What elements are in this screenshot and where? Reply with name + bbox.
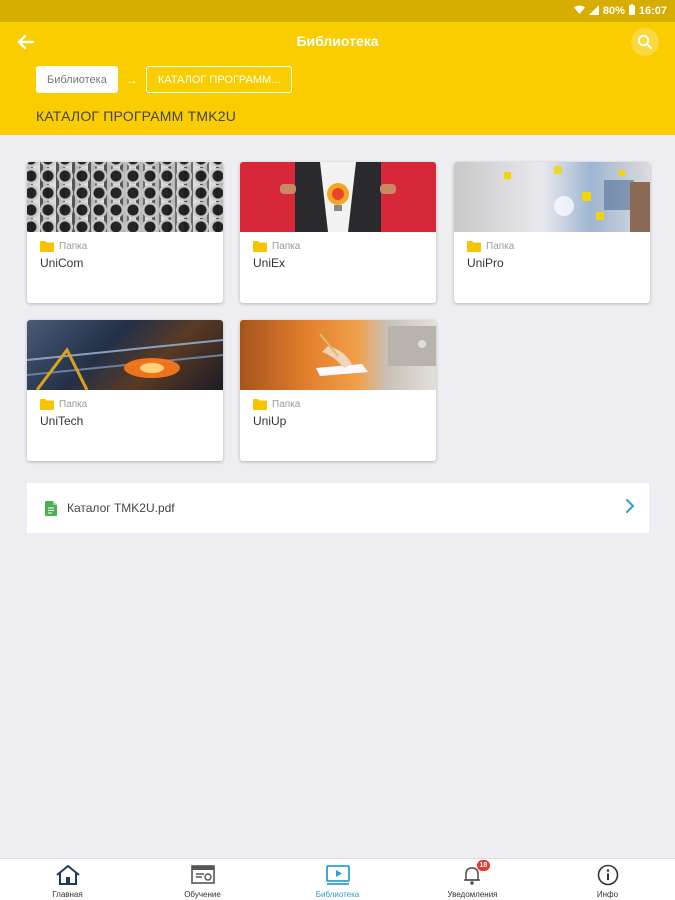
file-name: Каталог TMK2U.pdf — [67, 501, 175, 515]
nav-info[interactable]: Инфо — [540, 859, 675, 900]
bottom-nav: Главная Обучение Библиотека 18 Уведомлен… — [0, 858, 675, 900]
folder-thumbnail — [27, 320, 223, 390]
breadcrumb-catalog[interactable]: КАТАЛОГ ПРОГРАММ... — [145, 66, 293, 93]
nav-library[interactable]: Библиотека — [270, 859, 405, 900]
battery-icon — [628, 4, 635, 18]
pdf-file-icon — [45, 500, 57, 516]
nav-notifications[interactable]: 18 Уведомления — [405, 859, 540, 900]
breadcrumb-library[interactable]: Библиотека — [36, 66, 118, 93]
battery-level: 80% — [602, 5, 625, 17]
nav-label: Библиотека — [315, 890, 360, 899]
clock: 16:07 — [638, 5, 667, 17]
folder-thumbnail — [454, 162, 650, 232]
library-icon — [325, 865, 350, 885]
info-icon — [597, 864, 618, 886]
wifi-icon — [573, 5, 585, 18]
nav-label: Инфо — [596, 890, 619, 899]
folder-card-unitech[interactable]: Папка UniTech — [27, 320, 223, 461]
home-icon — [55, 865, 80, 885]
signal-icon — [588, 4, 599, 18]
folder-card-unipro[interactable]: Папка UniPro — [454, 162, 650, 303]
nav-label: Главная — [52, 890, 83, 899]
folder-icon — [40, 241, 54, 252]
folder-card-uniex[interactable]: Папка UniEx — [240, 162, 436, 303]
folder-type-label: Папка — [272, 241, 301, 252]
page-title: Библиотека — [296, 33, 379, 49]
folder-type-label: Папка — [486, 241, 515, 252]
folder-icon — [40, 399, 54, 410]
folder-name: UniUp — [253, 414, 287, 428]
breadcrumb-separator: → — [125, 72, 138, 87]
chevron-right-icon — [626, 499, 635, 513]
folder-type-label: Папка — [59, 241, 88, 252]
search-icon — [637, 34, 652, 49]
folder-type-label: Папка — [272, 399, 301, 410]
status-bar: 80% 16:07 — [0, 0, 675, 22]
folder-icon — [253, 399, 267, 410]
app-header: Библиотека Библиотека → КАТАЛОГ ПРОГРАММ… — [0, 22, 675, 135]
folder-name: UniCom — [40, 256, 84, 270]
breadcrumb: Библиотека → КАТАЛОГ ПРОГРАММ... — [36, 66, 293, 93]
training-icon — [190, 865, 215, 884]
section-title: КАТАЛОГ ПРОГРАММ TMK2U — [36, 108, 237, 124]
nav-home[interactable]: Главная — [0, 859, 135, 900]
folder-thumbnail — [240, 320, 436, 390]
folder-thumbnail — [27, 162, 223, 232]
folder-thumbnail — [240, 162, 436, 232]
folder-type-label: Папка — [59, 399, 88, 410]
folder-card-uniup[interactable]: Папка UniUp — [240, 320, 436, 461]
folder-name: UniEx — [253, 256, 286, 270]
folder-icon — [467, 241, 481, 252]
search-button[interactable] — [631, 28, 659, 56]
nav-label: Обучение — [184, 890, 221, 899]
nav-label: Уведомления — [447, 890, 498, 899]
folder-card-unicom[interactable]: Папка UniCom — [27, 162, 223, 303]
notification-badge: 18 — [476, 860, 491, 871]
folder-icon — [253, 241, 267, 252]
file-row-catalog-pdf[interactable]: Каталог TMK2U.pdf — [27, 483, 649, 533]
folder-name: UniPro — [467, 256, 504, 270]
folder-name: UniTech — [40, 414, 84, 428]
nav-training[interactable]: Обучение — [135, 859, 270, 900]
